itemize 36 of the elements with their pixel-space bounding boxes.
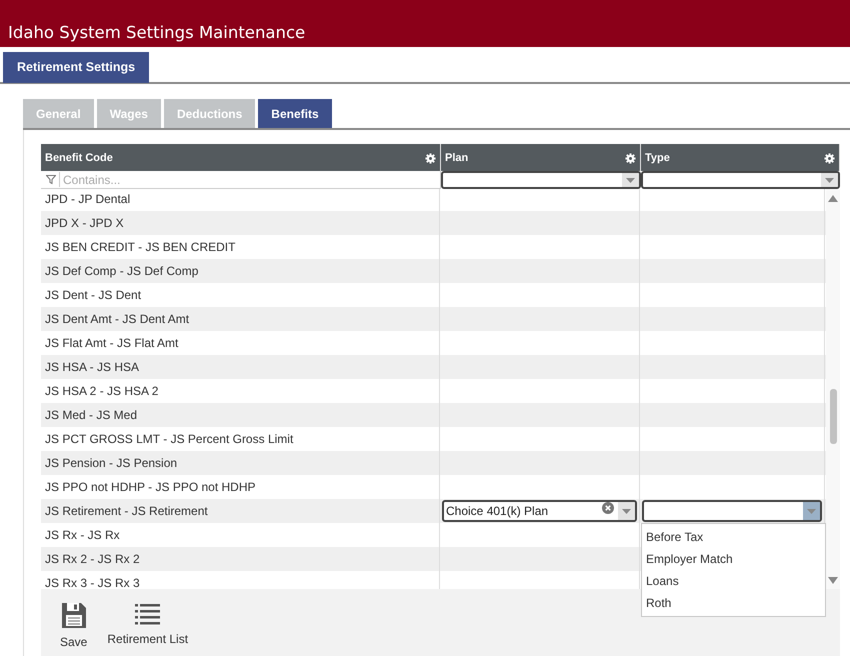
clear-icon[interactable] xyxy=(602,502,614,514)
scroll-down-icon[interactable] xyxy=(828,577,838,584)
plan-dropdown[interactable]: Choice 401(k) Plan xyxy=(442,500,637,522)
caret-icon xyxy=(622,508,631,514)
tab[interactable]: Retirement Settings xyxy=(3,52,150,83)
table-cell: JS Dent Amt - JS Dent Amt xyxy=(41,307,440,331)
page-title: Idaho System Settings Maintenance xyxy=(8,23,306,43)
table-cell: JPD X - JPD X xyxy=(41,211,440,235)
list-icon xyxy=(135,603,160,625)
save-button[interactable]: Save xyxy=(56,603,92,656)
dropdown-option[interactable]: Employer Match xyxy=(642,548,825,570)
tab[interactable]: Benefits xyxy=(258,99,332,128)
scrollbar[interactable] xyxy=(826,189,840,589)
settings-icon[interactable] xyxy=(824,153,835,164)
caret-icon xyxy=(626,178,635,182)
caret-icon xyxy=(807,508,816,514)
type-dropdown[interactable] xyxy=(642,500,822,522)
table-cell: JS Pension - JS Pension xyxy=(41,451,440,475)
table-cell: JS HSA - JS HSA xyxy=(41,355,440,379)
filter-icon xyxy=(46,174,56,184)
filter-dropdown[interactable] xyxy=(641,171,840,189)
caret-icon xyxy=(825,178,834,182)
settings-icon[interactable] xyxy=(425,153,436,164)
scroll-up-icon[interactable] xyxy=(828,195,838,202)
dropdown-option[interactable]: Loans xyxy=(642,570,825,592)
settings-icon[interactable] xyxy=(625,153,636,164)
dropdown-option[interactable]: Roth xyxy=(642,592,825,614)
table-cell: JS Med - JS Med xyxy=(41,403,440,427)
filter-dropdown[interactable] xyxy=(441,171,641,189)
table-cell: JS Rx 2 - JS Rx 2 xyxy=(41,547,440,571)
save-icon xyxy=(62,603,86,628)
scroll-thumb[interactable] xyxy=(830,389,837,444)
list-button[interactable]: Retirement List xyxy=(103,603,192,656)
table-cell: JS Retirement - JS Retirement xyxy=(41,499,440,523)
dropdown-option[interactable]: Before Tax xyxy=(642,526,825,548)
table-cell: JS Def Comp - JS Def Comp xyxy=(41,259,440,283)
